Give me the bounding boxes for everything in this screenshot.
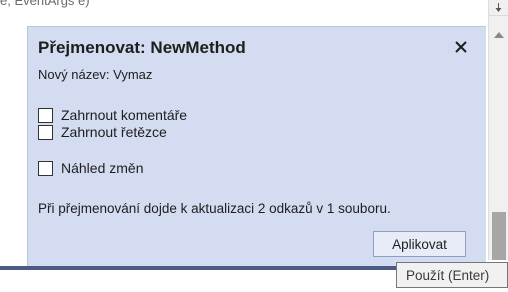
preview-changes-checkbox[interactable]: Náhled změn — [38, 159, 144, 177]
apply-button[interactable]: Aplikovat — [373, 231, 466, 257]
code-line[interactable]: e, EventArgs e) — [0, 0, 488, 13]
scroll-thumb[interactable] — [492, 212, 506, 260]
include-comments-checkbox[interactable]: Zahrnout komentáře — [38, 106, 187, 124]
close-icon — [455, 41, 467, 53]
checkbox-label: Náhled změn — [61, 160, 144, 176]
apply-tooltip: Použít (Enter) — [396, 262, 508, 288]
checkbox-box[interactable] — [38, 107, 53, 123]
scroll-split-icon[interactable] — [489, 0, 508, 16]
status-message: Při přejmenování dojde k aktualizaci 2 o… — [38, 201, 391, 216]
checkbox-box[interactable] — [38, 124, 53, 140]
rename-dashboard: Přejmenovat: NewMethod Nový název: Vymaz… — [27, 26, 486, 266]
new-name-label: Nový název: Vymaz — [38, 67, 153, 82]
panel-title: Přejmenovat: NewMethod — [38, 38, 246, 57]
code-line-text: e, EventArgs e) — [0, 0, 90, 8]
checkbox-label: Zahrnout řetězce — [61, 124, 167, 140]
vertical-scrollbar[interactable] — [488, 0, 508, 260]
close-button[interactable] — [451, 37, 471, 57]
scroll-up-arrow-icon[interactable] — [489, 28, 508, 42]
include-strings-checkbox[interactable]: Zahrnout řetězce — [38, 123, 167, 141]
checkbox-label: Zahrnout komentáře — [61, 107, 188, 123]
editor-window: e, EventArgs e) Přejmenovat: NewMethod N… — [0, 0, 508, 292]
checkbox-box[interactable] — [38, 160, 53, 176]
